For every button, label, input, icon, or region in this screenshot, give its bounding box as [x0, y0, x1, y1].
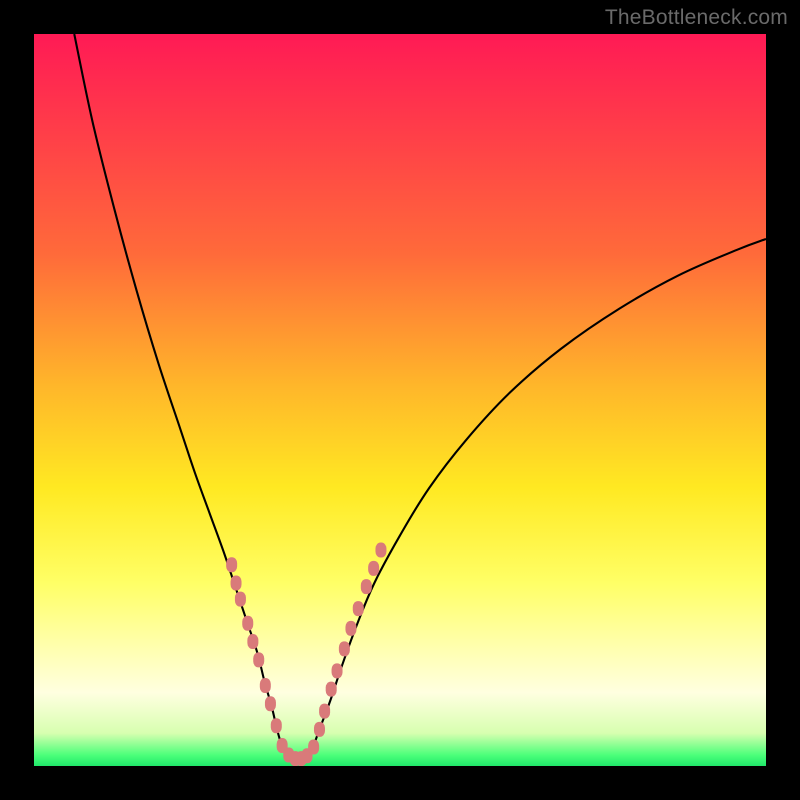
marker-dot [231, 576, 242, 591]
marker-dot [226, 557, 237, 572]
marker-dot [368, 561, 379, 576]
marker-dot [332, 663, 343, 678]
marker-dot [308, 739, 319, 754]
marker-dot [314, 722, 325, 737]
marker-dot [326, 682, 337, 697]
marker-dot [265, 696, 276, 711]
marker-dot [361, 579, 372, 594]
gradient-background [34, 34, 766, 766]
watermark-text: TheBottleneck.com [605, 6, 788, 30]
marker-dot [253, 652, 264, 667]
marker-dot [247, 634, 258, 649]
bottleneck-chart [0, 0, 800, 800]
marker-dot [339, 641, 350, 656]
marker-dot [260, 678, 271, 693]
marker-dot [271, 718, 282, 733]
marker-dot [375, 543, 386, 558]
marker-dot [353, 601, 364, 616]
marker-dot [319, 704, 330, 719]
marker-dot [242, 616, 253, 631]
marker-dot [345, 621, 356, 636]
chart-root: TheBottleneck.com [0, 0, 800, 800]
marker-dot [235, 592, 246, 607]
